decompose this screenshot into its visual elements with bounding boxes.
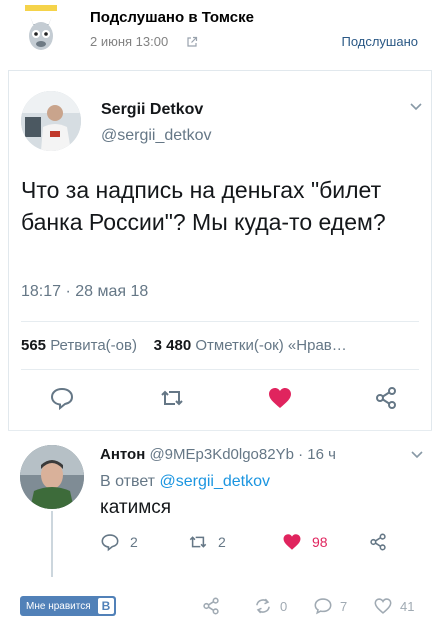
vk-post-footer: Мне нравится В 0 7 41 [0,590,440,620]
reply-text: катимся [100,497,172,518]
vk-like-button[interactable]: Мне нравится В [20,596,116,616]
vk-like-button-label: Мне нравится [26,600,91,612]
community-avatar[interactable] [22,4,60,54]
reply-like-button[interactable]: 98 [282,531,328,553]
tweet-author-handle[interactable]: @sergii_detkov [101,127,212,145]
tweet-reply: Антон @9MEp3Kd0lgo82Yb · 16 ч В ответ @s… [8,430,432,580]
vk-comment-count: 7 [340,598,348,614]
reply-retweet-button[interactable]: 2 [188,531,226,553]
vk-like-counter[interactable]: 41 [372,596,414,616]
vk-logo-icon: В [98,598,114,614]
post-date[interactable]: 2 июня 13:00 [90,34,168,49]
retweets-label[interactable]: Ретвита(-ов) [50,337,137,354]
vk-repost-button[interactable]: 0 [252,596,287,616]
likes-more[interactable]: «Нрав… [288,337,347,354]
vk-repost-count: 0 [280,598,288,614]
divider [21,369,419,370]
vk-like-count: 41 [400,598,415,614]
in-reply-to: В ответ @sergii_detkov [100,473,270,491]
share-icon[interactable] [373,385,399,411]
reply-author-name[interactable]: Антон [100,446,145,463]
reply-actions: 2 2 98 [100,531,400,553]
heart-icon [283,534,301,550]
vk-post-header: Подслушано в Томске 2 июня 13:00 Подслуш… [0,0,440,62]
retweet-icon [189,536,207,548]
repost-icon [256,598,270,614]
tweet-author-avatar[interactable] [21,91,81,151]
source-link[interactable]: Подслушано [341,34,418,49]
divider [21,321,419,322]
reply-header: Антон @9MEp3Kd0lgo82Yb · 16 ч [100,446,336,463]
heart-icon [374,598,392,614]
reply-icon[interactable] [49,385,75,411]
external-link-icon[interactable] [186,36,198,48]
community-name[interactable]: Подслушано в Томске [90,9,254,26]
reply-share-button[interactable] [368,531,388,553]
tweet-actions [9,385,433,415]
heart-icon[interactable] [267,385,293,411]
chevron-down-icon[interactable] [410,449,424,459]
thread-line [51,511,53,577]
share-icon [370,533,386,551]
in-reply-handle[interactable]: @sergii_detkov [159,473,270,490]
reply-reply-count: 2 [130,534,138,550]
tweet-text: Что за надпись на деньгах "билет банка Р… [21,177,386,235]
in-reply-prefix: В ответ [100,473,156,490]
reply-author-handle[interactable]: @9MEp3Kd0lgo82Yb [149,446,294,463]
retweet-icon[interactable] [159,385,185,411]
chevron-down-icon[interactable] [409,101,423,111]
tweet-timestamp[interactable]: 18:17 · 28 мая 18 [21,283,148,301]
reply-reply-button[interactable]: 2 [100,531,138,553]
vk-share-button[interactable] [200,596,222,616]
reply-retweet-count: 2 [218,534,226,550]
reply-author-avatar[interactable] [20,445,84,509]
retweets-count[interactable]: 565 [21,337,46,354]
embedded-tweet: Sergii Detkov @sergii_detkov Что за надп… [8,70,432,430]
share-icon [203,597,219,615]
vk-comment-button[interactable]: 7 [312,596,347,616]
tweet-author-name[interactable]: Sergii Detkov [101,101,203,119]
likes-count[interactable]: 3 480 [154,337,192,354]
tweet-stats: 565 Ретвита(-ов) 3 480 Отметки(-ок) «Нра… [21,337,411,354]
reply-icon [101,534,119,552]
reply-age[interactable]: · 16 ч [298,446,336,463]
reply-like-count: 98 [312,534,328,550]
likes-label[interactable]: Отметки(-ок) [195,337,283,354]
comment-icon [314,598,332,615]
